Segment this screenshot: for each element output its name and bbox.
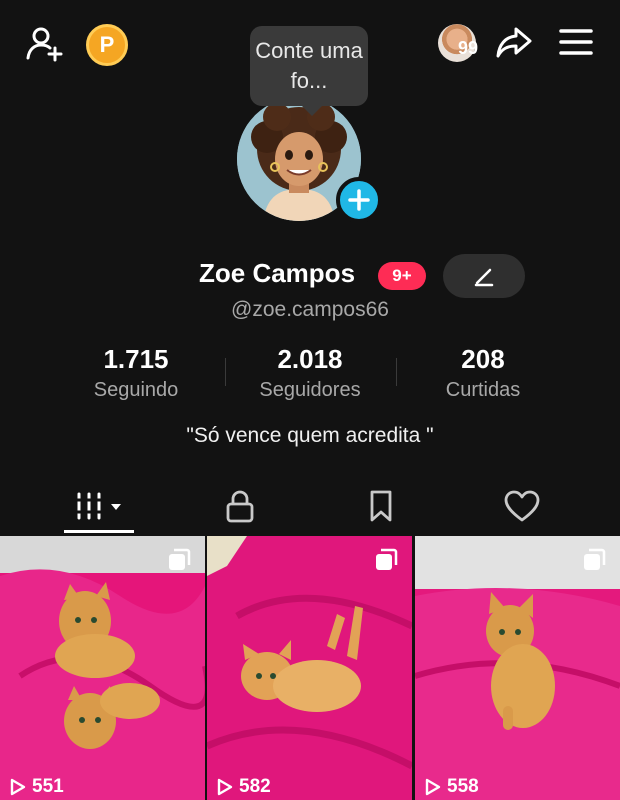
video-thumbnail[interactable]: 582 [207, 536, 412, 800]
notification-badge[interactable]: 9+ [378, 262, 426, 290]
stat-following[interactable]: 1.715 Seguindo [51, 344, 221, 402]
share-icon[interactable] [494, 22, 534, 62]
profile-bio: "Só vence quem acredita " [186, 424, 434, 447]
add-friend-icon[interactable] [22, 22, 66, 66]
stat-value: 2.018 [277, 344, 343, 374]
stat-label: Seguidores [259, 379, 361, 401]
view-count-value: 551 [32, 776, 64, 797]
view-count: 551 [10, 776, 64, 798]
bookmark-icon [370, 490, 391, 522]
edit-profile-button[interactable] [443, 254, 525, 298]
heart-icon [504, 490, 539, 522]
name-row: Zoe Campos 9+ [0, 254, 620, 298]
play-icon [10, 778, 26, 796]
view-count: 582 [217, 776, 271, 798]
tooltip-text: Conte uma fo... [255, 38, 363, 93]
view-count-value: 582 [239, 776, 271, 797]
thumbnail-image [415, 536, 620, 800]
lock-icon [226, 490, 253, 523]
tab-private[interactable] [162, 478, 317, 534]
stat-value: 208 [461, 344, 505, 374]
profile-name: Zoe Campos [199, 258, 356, 288]
profile-handle: @zoe.campos66 [231, 298, 389, 321]
video-thumbnail[interactable]: 558 [415, 536, 620, 800]
video-thumbnail[interactable]: 551 [0, 536, 205, 800]
thumbnail-image [0, 536, 205, 800]
pencil-icon [474, 268, 494, 287]
stats-row: 1.715 Seguindo 2.018 Seguidores 208 Curt… [0, 344, 620, 404]
videos-grid-icon [72, 492, 121, 520]
stat-divider [396, 358, 397, 386]
coin-icon[interactable]: P [86, 24, 128, 66]
friends-avatar-button[interactable]: 99 [428, 22, 486, 64]
multi-photo-icon [376, 548, 398, 570]
view-count: 558 [425, 776, 479, 798]
view-count-value: 558 [447, 776, 479, 797]
content-tabs [0, 478, 620, 534]
stat-label: Seguindo [93, 379, 179, 401]
stat-value: 1.715 [103, 344, 169, 374]
play-icon [425, 778, 441, 796]
chevron-down-icon [110, 504, 121, 510]
avatar-tooltip: Conte uma fo... [250, 26, 368, 116]
friends-count: 99 [458, 38, 479, 58]
active-tab-indicator [64, 530, 134, 533]
stat-label: Curtidas [445, 379, 521, 401]
play-icon [217, 778, 233, 796]
tab-liked[interactable] [444, 478, 599, 534]
tab-saved[interactable] [303, 478, 458, 534]
video-grid: 551 582 558 [0, 536, 620, 800]
stat-likes[interactable]: 208 Curtidas [398, 344, 568, 402]
plus-icon [348, 189, 370, 211]
stat-followers[interactable]: 2.018 Seguidores [225, 344, 395, 402]
thumbnail-image [207, 536, 412, 800]
multi-photo-icon [584, 548, 606, 570]
multi-photo-icon [169, 548, 191, 570]
menu-icon[interactable] [556, 24, 596, 60]
add-story-button[interactable] [336, 177, 382, 223]
coin-letter: P [99, 32, 115, 57]
tab-videos[interactable] [21, 478, 176, 534]
